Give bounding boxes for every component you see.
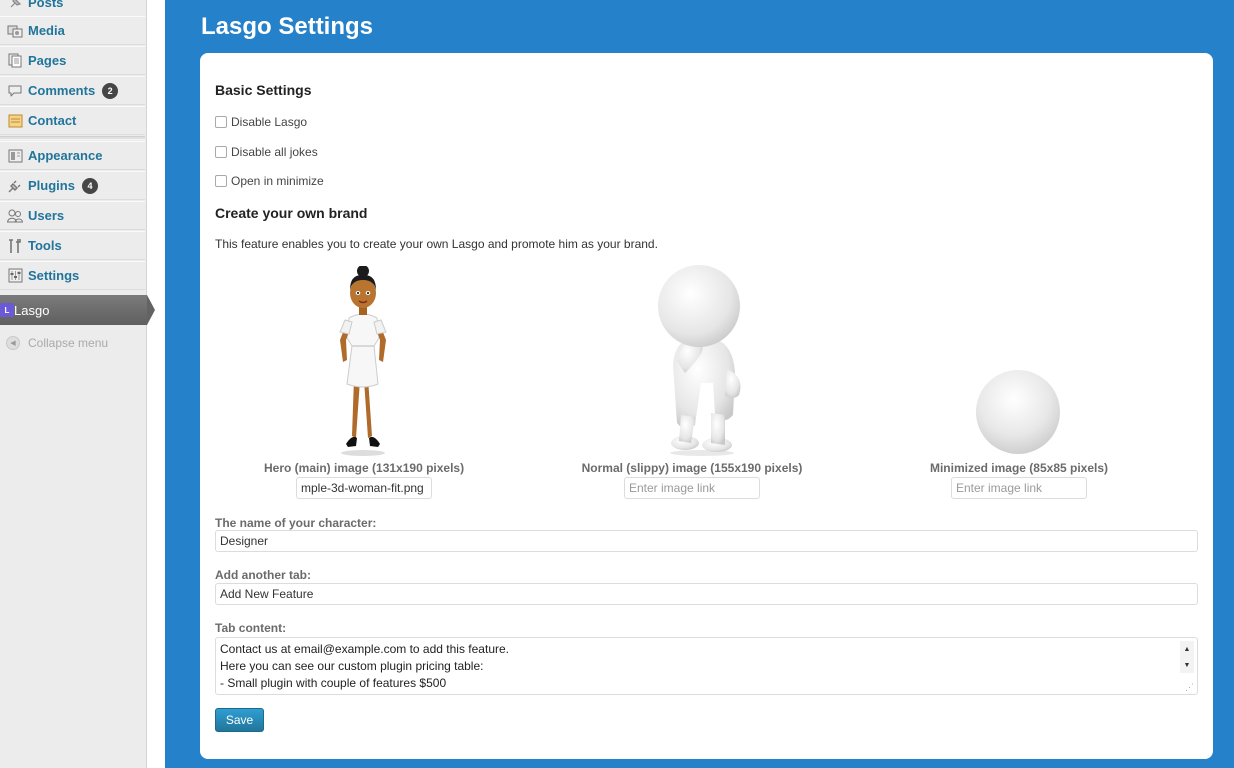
tab-content-textarea[interactable]: Contact us at email@example.com to add t… [215, 637, 1198, 695]
collapse-menu-label: Collapse menu [28, 336, 109, 350]
sidebar-item-pages[interactable]: Pages [0, 46, 145, 75]
contact-icon [7, 113, 23, 129]
sidebar-item-label: Settings [28, 268, 80, 283]
scroll-up-icon[interactable]: ▲ [1180, 641, 1194, 657]
character-name-input[interactable] [215, 530, 1198, 552]
character-name-label: The name of your character: [215, 516, 377, 530]
sidebar-item-label: Appearance [28, 148, 103, 163]
page-title: Lasgo Settings [201, 13, 374, 40]
sidebar-item-settings[interactable]: Settings [0, 261, 145, 290]
normal-image-input[interactable] [624, 477, 760, 499]
another-tab-input[interactable] [215, 583, 1198, 605]
sidebar-item-label: Comments [28, 83, 96, 98]
sidebar-item-users[interactable]: Users [0, 201, 145, 230]
sidebar-item-plugins[interactable]: Plugins 4 [0, 171, 145, 200]
textarea-line: Here you can see our custom plugin prici… [220, 659, 484, 673]
hero-image-label: Hero (main) image (131x190 pixels) [264, 461, 465, 475]
minimized-image-input[interactable] [951, 477, 1087, 499]
lasgo-icon: L [0, 303, 14, 317]
sidebar-item-tools[interactable]: Tools [0, 231, 145, 260]
brand-description: This feature enables you to create your … [215, 237, 658, 251]
sidebar-item-lasgo[interactable]: L Lasgo [0, 295, 155, 325]
sidebar-item-label: Users [28, 208, 65, 223]
sidebar-item-appearance[interactable]: Appearance [0, 141, 145, 170]
sidebar-item-label: Pages [28, 53, 67, 68]
users-icon [7, 208, 23, 224]
checkbox-label: Disable Lasgo [231, 115, 308, 129]
sidebar-item-media[interactable]: Media [0, 16, 145, 45]
open-minimize-option[interactable]: Open in minimize [215, 174, 324, 188]
save-button[interactable]: Save [215, 708, 264, 732]
pushpin-icon [7, 0, 23, 11]
open-minimize-checkbox[interactable] [215, 175, 227, 187]
plugins-count-badge: 4 [81, 177, 98, 194]
disable-jokes-option[interactable]: Disable all jokes [215, 145, 318, 159]
comments-count-badge: 2 [102, 82, 119, 99]
checkbox-label: Disable all jokes [231, 145, 318, 159]
textarea-line: - Small plugin with couple of features $… [220, 676, 447, 690]
pages-icon [7, 53, 23, 69]
media-icon [7, 23, 23, 39]
textarea-scrollbar[interactable]: ▲ ▼ [1180, 641, 1194, 675]
scroll-down-icon[interactable]: ▼ [1180, 657, 1194, 673]
sidebar-item-comments[interactable]: Comments 2 [0, 76, 145, 105]
sidebar-item-label: Plugins [28, 178, 75, 193]
collapse-menu-button[interactable]: ◀ Collapse menu [0, 333, 145, 353]
tools-icon [7, 238, 23, 254]
another-tab-label: Add another tab: [215, 568, 311, 582]
settings-icon [7, 268, 23, 284]
tab-content-label: Tab content: [215, 621, 287, 635]
normal-slippy-image [658, 265, 741, 456]
disable-lasgo-checkbox[interactable] [215, 116, 227, 128]
minimized-image [976, 370, 1060, 454]
collapse-arrow-icon: ◀ [6, 336, 20, 350]
hero-image-input[interactable] [296, 477, 432, 499]
textarea-line: Contact us at email@example.com to add t… [220, 642, 509, 656]
plugin-icon [7, 178, 23, 194]
sidebar-item-label: Media [28, 23, 65, 38]
appearance-icon [7, 148, 23, 164]
sidebar-item-label: Lasgo [14, 302, 50, 318]
minimized-image-label: Minimized image (85x85 pixels) [929, 461, 1109, 475]
sidebar-item-label: Tools [28, 238, 62, 253]
sidebar-item-label: Posts [28, 0, 64, 10]
sidebar-item-contact[interactable]: Contact [0, 106, 145, 135]
disable-lasgo-option[interactable]: Disable Lasgo [215, 115, 307, 129]
checkbox-label: Open in minimize [231, 174, 324, 188]
comment-icon [7, 83, 23, 99]
resize-grip-icon[interactable]: ⋰ [1184, 682, 1194, 692]
brand-heading: Create your own brand [215, 205, 368, 221]
admin-sidebar: Posts Media Pages Comments 2 Contact App… [0, 0, 155, 768]
basic-settings-heading: Basic Settings [215, 82, 312, 98]
menu-separator [0, 136, 145, 140]
disable-jokes-checkbox[interactable] [215, 146, 227, 158]
settings-panel: Basic Settings Disable Lasgo Disable all… [200, 53, 1213, 759]
normal-image-label: Normal (slippy) image (155x190 pixels) [581, 461, 803, 475]
sidebar-item-posts[interactable]: Posts [0, 0, 145, 17]
sidebar-item-label: Contact [28, 113, 77, 128]
hero-woman-image [339, 266, 387, 456]
